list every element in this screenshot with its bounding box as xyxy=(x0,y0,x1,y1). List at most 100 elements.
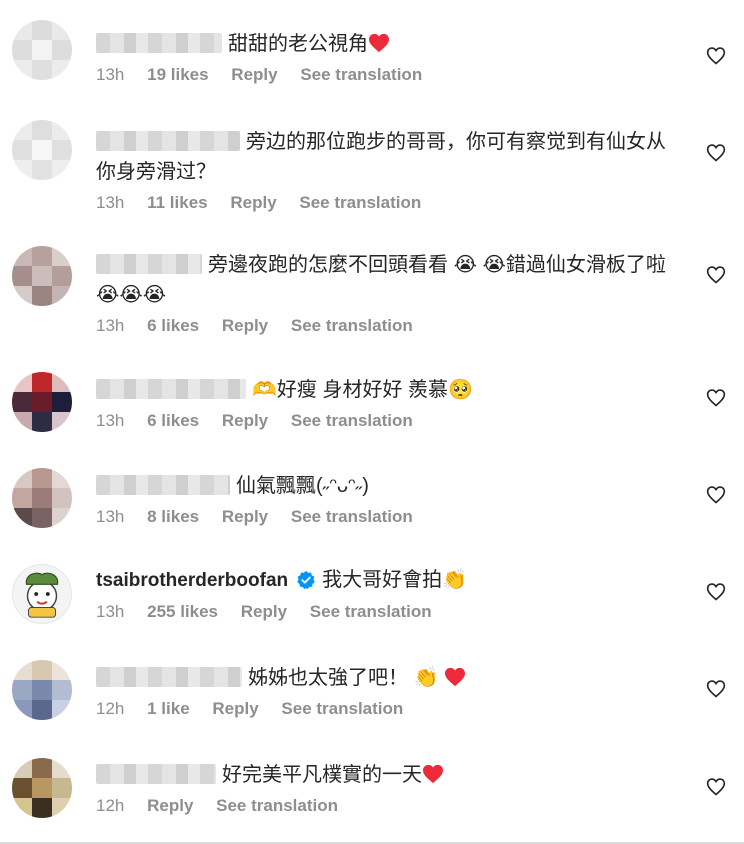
avatar[interactable] xyxy=(12,758,72,818)
verified-badge-icon xyxy=(297,570,315,590)
like-button[interactable] xyxy=(706,679,726,699)
comment-text: 旁邊夜跑的怎麼不回頭看看 xyxy=(208,254,448,276)
loudly-crying-emoji: 😭 xyxy=(453,254,477,276)
username-blurred[interactable] xyxy=(96,33,222,53)
username-link[interactable]: tsaibrotherderboofan xyxy=(96,570,288,591)
comment-text-line: 旁邊夜跑的怎麼不回頭看看 😭 😭錯過仙女滑板了啦😭😭😭 xyxy=(96,250,684,310)
likes-count[interactable]: 6 likes xyxy=(147,411,199,430)
comment-time: 13h xyxy=(96,65,125,84)
loudly-crying-emoji: 😭 xyxy=(96,284,120,306)
avatar[interactable] xyxy=(12,564,72,624)
chef-mascot-icon xyxy=(25,572,59,618)
comment-text-line: 🫶好瘦 身材好好 羨慕🥺 xyxy=(96,375,674,405)
comment-text-line: 甜甜的老公視角 xyxy=(96,29,674,59)
likes-count[interactable]: 11 likes xyxy=(147,193,208,212)
likes-count[interactable]: 6 likes xyxy=(147,316,199,335)
username-blurred[interactable] xyxy=(96,254,202,274)
username-blurred[interactable] xyxy=(96,475,230,495)
username-blurred[interactable] xyxy=(96,379,246,399)
red-heart-icon xyxy=(369,33,389,53)
likes-count[interactable]: 1 like xyxy=(147,699,190,718)
avatar[interactable] xyxy=(12,468,72,528)
like-button[interactable] xyxy=(706,485,726,505)
comment-text: 仙氣飄飄(˶ᵔᴗᵔ˶) xyxy=(236,475,369,497)
comment-meta: 13h 19 likes Reply See translation xyxy=(96,65,674,85)
comment-text: 我大哥好會拍 xyxy=(322,569,443,591)
comment-text-line: 仙氣飄飄(˶ᵔᴗᵔ˶) xyxy=(96,471,674,501)
reply-button[interactable]: Reply xyxy=(230,193,276,212)
heart-outline-icon xyxy=(706,680,726,698)
avatar[interactable] xyxy=(12,246,72,306)
comment-text: 甜甜的老公視角 xyxy=(228,33,368,55)
heart-outline-icon xyxy=(706,389,726,407)
reply-button[interactable]: Reply xyxy=(241,602,287,621)
reply-button[interactable]: Reply xyxy=(212,699,258,718)
like-button[interactable] xyxy=(706,777,726,797)
comment-text-line: 姊姊也太強了吧！ 👏 xyxy=(96,663,674,693)
reply-button[interactable]: Reply xyxy=(147,796,193,815)
see-translation-button[interactable]: See translation xyxy=(291,507,413,526)
comment-list: 甜甜的老公視角 13h 19 likes Reply See translati… xyxy=(0,0,744,844)
comment-meta: 13h 8 likes Reply See translation xyxy=(96,507,674,527)
comment-text-line: 旁边的那位跑步的哥哥，你可有察觉到有仙女从你身旁滑过？ xyxy=(96,127,684,187)
like-button[interactable] xyxy=(706,143,726,163)
reply-button[interactable]: Reply xyxy=(222,507,268,526)
see-translation-button[interactable]: See translation xyxy=(291,316,413,335)
loudly-crying-emoji: 😭 xyxy=(142,284,167,306)
likes-count[interactable]: 19 likes xyxy=(147,65,208,84)
username-blurred[interactable] xyxy=(96,667,242,687)
comment-text: 好瘦 身材好好 羨慕 xyxy=(276,379,449,401)
avatar[interactable] xyxy=(12,660,72,720)
avatar[interactable] xyxy=(12,372,72,432)
see-translation-button[interactable]: See translation xyxy=(310,602,432,621)
username-blurred[interactable] xyxy=(96,131,240,151)
comment-text: 好完美平凡樸實的一天 xyxy=(222,764,422,786)
avatar[interactable] xyxy=(12,120,72,180)
heart-outline-icon xyxy=(706,486,726,504)
comment-time: 13h xyxy=(96,507,125,526)
reply-button[interactable]: Reply xyxy=(222,316,268,335)
comment-meta: 13h 6 likes Reply See translation xyxy=(96,316,684,336)
heart-outline-icon xyxy=(706,144,726,162)
comment-text-line: 好完美平凡樸實的一天 xyxy=(96,760,674,790)
pleading-face-emoji: 🥺 xyxy=(448,379,473,401)
see-translation-button[interactable]: See translation xyxy=(299,193,421,212)
comment-text: 姊姊也太強了吧！ xyxy=(248,667,408,689)
comment-meta: 13h 11 likes Reply See translation xyxy=(96,193,684,213)
reply-button[interactable]: Reply xyxy=(222,411,268,430)
see-translation-button[interactable]: See translation xyxy=(300,65,422,84)
red-heart-icon xyxy=(423,764,443,784)
like-button[interactable] xyxy=(706,582,726,602)
red-heart-icon xyxy=(445,667,466,687)
loudly-crying-emoji: 😭 xyxy=(482,254,506,276)
avatar[interactable] xyxy=(12,20,72,80)
reply-button[interactable]: Reply xyxy=(231,65,277,84)
like-button[interactable] xyxy=(706,265,726,285)
comment-text-line: tsaibrotherderboofan 我大哥好會拍👏 xyxy=(96,565,674,596)
comment-time: 13h xyxy=(96,602,125,621)
likes-count[interactable]: 8 likes xyxy=(147,507,199,526)
comment-meta: 12h 1 like Reply See translation xyxy=(96,699,674,719)
see-translation-button[interactable]: See translation xyxy=(291,411,413,430)
heart-hands-emoji: 🫶 xyxy=(252,379,277,401)
comment-time: 12h xyxy=(96,796,125,815)
clapping-hands-emoji: 👏 xyxy=(442,569,468,591)
heart-outline-icon xyxy=(706,266,726,284)
comment-time: 13h xyxy=(96,411,125,430)
comment-time: 13h xyxy=(96,193,125,212)
heart-outline-icon xyxy=(706,583,726,601)
see-translation-button[interactable]: See translation xyxy=(281,699,403,718)
like-button[interactable] xyxy=(706,388,726,408)
loudly-crying-emoji: 😭 xyxy=(119,284,143,306)
heart-outline-icon xyxy=(706,47,726,65)
see-translation-button[interactable]: See translation xyxy=(216,796,338,815)
comment-text-2: 錯過仙女滑板了啦 xyxy=(505,254,666,276)
clapping-hands-emoji: 👏 xyxy=(413,667,439,689)
heart-outline-icon xyxy=(706,778,726,796)
like-button[interactable] xyxy=(706,46,726,66)
username-blurred[interactable] xyxy=(96,764,216,784)
comment-meta: 13h 6 likes Reply See translation xyxy=(96,411,674,431)
likes-count[interactable]: 255 likes xyxy=(147,602,218,621)
comment-meta: 13h 255 likes Reply See translation xyxy=(96,602,674,622)
comment-time: 12h xyxy=(96,699,125,718)
